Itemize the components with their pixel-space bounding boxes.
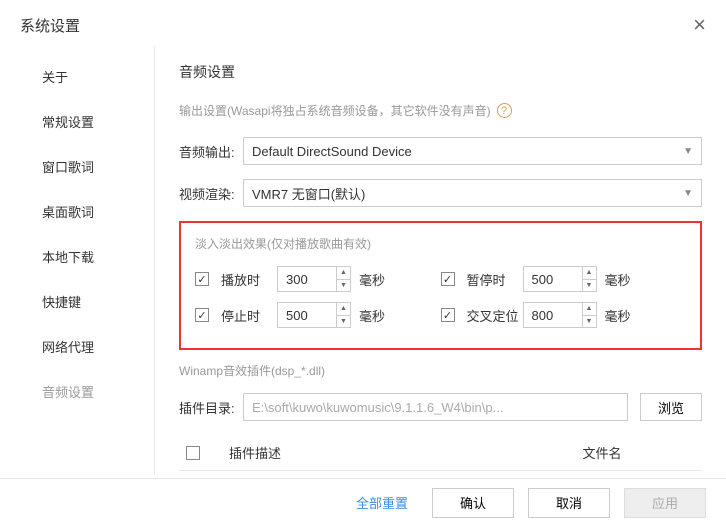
stop-value: 500 bbox=[278, 308, 336, 323]
unit-label: 毫秒 bbox=[359, 306, 385, 325]
video-render-value: VMR7 无窗口(默认) bbox=[252, 184, 365, 203]
help-icon[interactable]: ? bbox=[497, 103, 512, 118]
sidebar-item-desktop-lyrics[interactable]: 桌面歌词 bbox=[0, 189, 154, 234]
plugin-dir-label: 插件目录: bbox=[179, 398, 243, 417]
output-hint: 输出设置(Wasapi将独占系统音频设备，其它软件没有声音) bbox=[179, 102, 491, 119]
spin-up-icon[interactable]: ▲ bbox=[337, 267, 350, 280]
audio-output-label: 音频输出: bbox=[179, 142, 243, 161]
video-render-label: 视频渲染: bbox=[179, 184, 243, 203]
spin-down-icon[interactable]: ▼ bbox=[337, 316, 350, 328]
reset-all-link[interactable]: 全部重置 bbox=[356, 493, 408, 512]
sidebar-item-about[interactable]: 关于 bbox=[0, 54, 154, 99]
unit-label: 毫秒 bbox=[605, 306, 631, 325]
sidebar-item-audio[interactable]: 音频设置 bbox=[0, 369, 154, 414]
select-all-checkbox[interactable] bbox=[186, 446, 200, 460]
stop-value-input[interactable]: 500 ▲▼ bbox=[277, 302, 351, 328]
fade-title: 淡入淡出效果(仅对播放歌曲有效) bbox=[195, 235, 686, 252]
cross-label: 交叉定位 bbox=[467, 306, 523, 325]
close-icon[interactable]: × bbox=[693, 14, 706, 36]
ok-button[interactable]: 确认 bbox=[432, 488, 514, 518]
cross-checkbox[interactable]: ✓ bbox=[441, 308, 455, 322]
play-value: 300 bbox=[278, 272, 336, 287]
spin-up-icon[interactable]: ▲ bbox=[337, 303, 350, 316]
footer: 全部重置 确认 取消 应用 bbox=[0, 478, 726, 526]
pause-label: 暂停时 bbox=[467, 270, 523, 289]
spin-up-icon[interactable]: ▲ bbox=[583, 303, 596, 316]
audio-output-value: Default DirectSound Device bbox=[252, 144, 412, 159]
play-checkbox[interactable]: ✓ bbox=[195, 272, 209, 286]
cancel-button[interactable]: 取消 bbox=[528, 488, 610, 518]
pause-checkbox[interactable]: ✓ bbox=[441, 272, 455, 286]
section-title: 音频设置 bbox=[179, 58, 702, 82]
sidebar: 关于 常规设置 窗口歌词 桌面歌词 本地下载 快捷键 网络代理 音频设置 bbox=[0, 46, 155, 475]
cross-value-input[interactable]: 800 ▲▼ bbox=[523, 302, 597, 328]
spin-up-icon[interactable]: ▲ bbox=[583, 267, 596, 280]
sidebar-item-proxy[interactable]: 网络代理 bbox=[0, 324, 154, 369]
dialog-title: 系统设置 bbox=[20, 15, 80, 36]
table-header: 插件描述 文件名 bbox=[179, 435, 702, 471]
play-label: 播放时 bbox=[221, 270, 277, 289]
stop-checkbox[interactable]: ✓ bbox=[195, 308, 209, 322]
col-file: 文件名 bbox=[502, 443, 702, 462]
plugin-hint: Winamp音效插件(dsp_*.dll) bbox=[179, 362, 702, 379]
unit-label: 毫秒 bbox=[605, 270, 631, 289]
spin-down-icon[interactable]: ▼ bbox=[337, 280, 350, 292]
table-row[interactable]: dsp_DeFX.dll bbox=[179, 471, 702, 475]
sidebar-item-hotkeys[interactable]: 快捷键 bbox=[0, 279, 154, 324]
cross-value: 800 bbox=[524, 308, 582, 323]
pause-value: 500 bbox=[524, 272, 582, 287]
stop-label: 停止时 bbox=[221, 306, 277, 325]
fade-group: 淡入淡出效果(仅对播放歌曲有效) ✓ 播放时 300 ▲▼ 毫秒 ✓ 暂停时 5… bbox=[179, 221, 702, 350]
chevron-down-icon: ▼ bbox=[683, 188, 693, 199]
plugin-dir-input[interactable]: E:\soft\kuwo\kuwomusic\9.1.1.6_W4\bin\p.… bbox=[243, 393, 628, 421]
browse-button[interactable]: 浏览 bbox=[640, 393, 702, 421]
apply-button: 应用 bbox=[624, 488, 706, 518]
sidebar-item-general[interactable]: 常规设置 bbox=[0, 99, 154, 144]
play-value-input[interactable]: 300 ▲▼ bbox=[277, 266, 351, 292]
pause-value-input[interactable]: 500 ▲▼ bbox=[523, 266, 597, 292]
sidebar-item-download[interactable]: 本地下载 bbox=[0, 234, 154, 279]
audio-output-select[interactable]: Default DirectSound Device ▼ bbox=[243, 137, 702, 165]
chevron-down-icon: ▼ bbox=[683, 146, 693, 157]
spin-down-icon[interactable]: ▼ bbox=[583, 316, 596, 328]
spin-down-icon[interactable]: ▼ bbox=[583, 280, 596, 292]
col-desc: 插件描述 bbox=[219, 443, 502, 462]
sidebar-item-window-lyrics[interactable]: 窗口歌词 bbox=[0, 144, 154, 189]
content-panel: 音频设置 输出设置(Wasapi将独占系统音频设备，其它软件没有声音) ? 音频… bbox=[155, 46, 726, 475]
video-render-select[interactable]: VMR7 无窗口(默认) ▼ bbox=[243, 179, 702, 207]
unit-label: 毫秒 bbox=[359, 270, 385, 289]
